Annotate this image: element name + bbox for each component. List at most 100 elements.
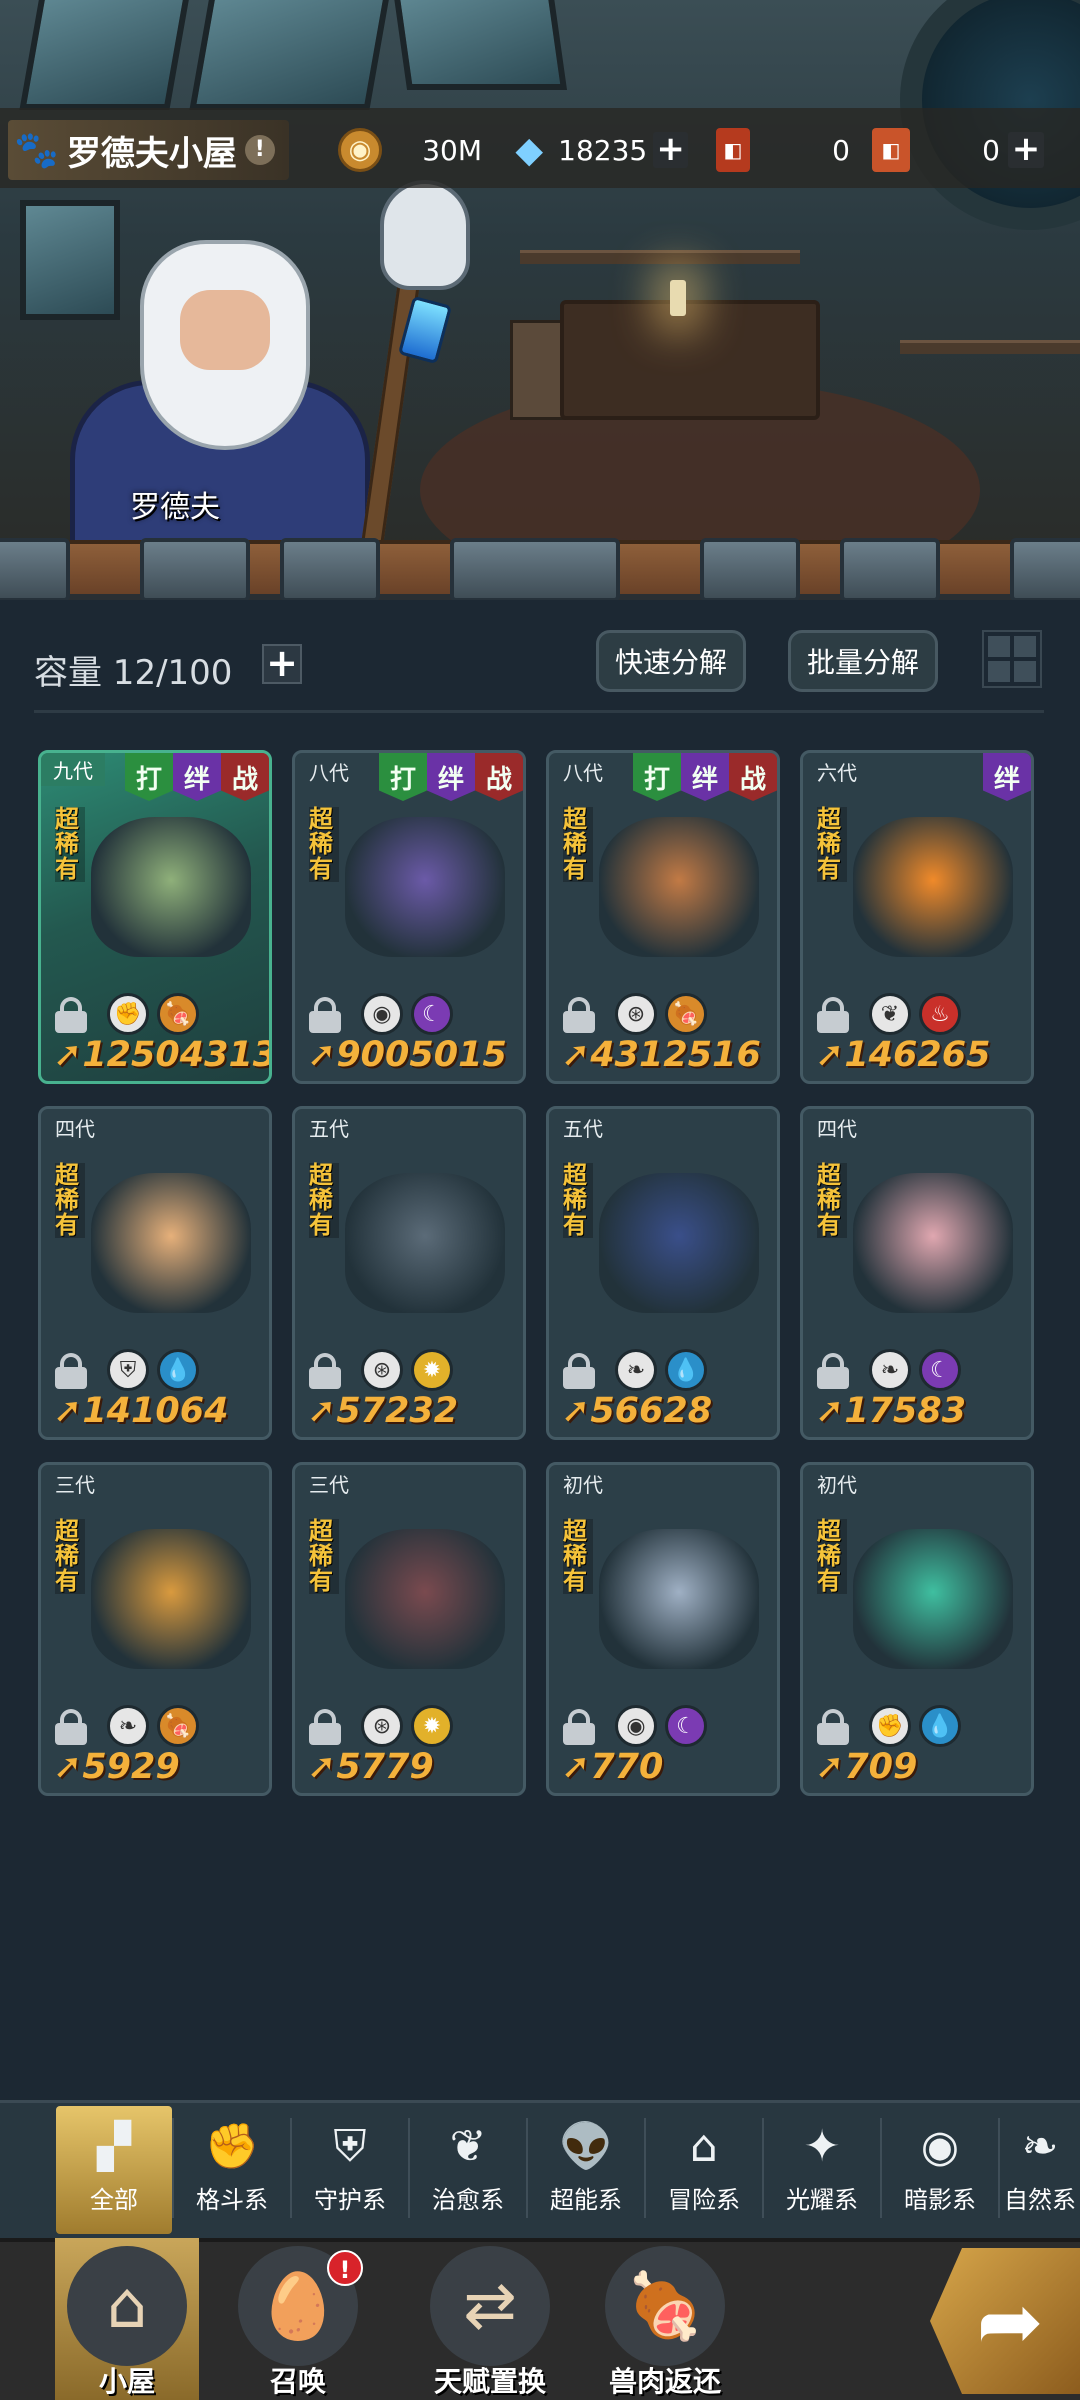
filter-separator [172, 2118, 174, 2218]
grid-view-button[interactable] [982, 630, 1042, 688]
filter-leaf[interactable]: ❧ 自然系 [1000, 2106, 1080, 2234]
pet-card[interactable]: 初代 超稀有 ◉ ☾ ➚770 [546, 1462, 780, 1796]
nav-label: 天赋置换 [433, 2365, 546, 2398]
pet-card[interactable]: 三代 超稀有 ❧ 🍖 ➚5929 [38, 1462, 272, 1796]
card-tag: 战 [221, 753, 269, 801]
rarity-label: 超稀有 [309, 1519, 339, 1594]
filter-fist[interactable]: ✊ 格斗系 [174, 2106, 290, 2234]
filter-eye[interactable]: ◉ 暗影系 [882, 2106, 998, 2234]
resource-ticket-red[interactable]: ◧ 0 [716, 124, 850, 176]
pet-portrait [345, 1173, 505, 1313]
filter-shield[interactable]: ⛨ 守护系 [292, 2106, 408, 2234]
ledge-stone [700, 538, 800, 602]
card-tags: 打绊战 [125, 753, 269, 801]
pet-card[interactable]: 初代 超稀有 ✊ 💧 ➚709 [800, 1462, 1034, 1796]
guard-icon: ⊛ [615, 993, 657, 1035]
ledge-stone [0, 538, 70, 602]
pet-card[interactable]: 九代 打绊战 超稀有 ✊ 🍖 ➚12504313 [38, 750, 272, 1084]
grid-cell [988, 661, 1010, 682]
pet-portrait [853, 1173, 1013, 1313]
add-diamond-button[interactable]: + [653, 132, 688, 168]
expand-capacity-button[interactable]: + [262, 644, 302, 684]
pet-card[interactable]: 四代 超稀有 ⛨ 💧 ➚141064 [38, 1106, 272, 1440]
shelf [520, 250, 800, 264]
pet-card[interactable]: 五代 超稀有 ⊛ ✹ ➚57232 [292, 1106, 526, 1440]
filter-separator [290, 2118, 292, 2218]
generation-label: 五代 [563, 1117, 603, 1141]
pet-card[interactable]: 八代 打绊战 超稀有 ⊛ 🍖 ➚4312516 [546, 750, 780, 1084]
combat-power: ➚5929 [53, 1747, 180, 1787]
filter-label: 自然系 [1004, 2186, 1076, 2214]
lock-icon[interactable] [817, 997, 849, 1033]
batch-decompose-button[interactable]: 批量分解 [788, 630, 938, 692]
moon-icon: ☾ [919, 1349, 961, 1391]
filter-sparkle[interactable]: ✦ 光耀系 [764, 2106, 880, 2234]
rarity-label: 超稀有 [817, 1163, 847, 1238]
pet-card[interactable]: 八代 打绊战 超稀有 ◉ ☾ ➚9005015 [292, 750, 526, 1084]
forward-arrow-button[interactable]: ➦ [930, 2248, 1080, 2394]
filter-lantern[interactable]: ⌂ 冒险系 [646, 2106, 762, 2234]
generation-label: 六代 [817, 761, 857, 785]
alert-badge: ! [327, 2250, 363, 2286]
resource-ticket-orange[interactable]: ◧ 0 + [872, 124, 1052, 176]
lock-icon[interactable] [55, 997, 87, 1033]
nav-label: 小屋 [98, 2365, 155, 2398]
lock-icon[interactable] [563, 1709, 595, 1745]
lock-icon[interactable] [817, 1709, 849, 1745]
lock-icon[interactable] [309, 1353, 341, 1389]
lock-icon[interactable] [309, 1709, 341, 1745]
add-ticket-button[interactable]: + [1008, 132, 1044, 168]
power-arrow-icon: ➚ [53, 1035, 83, 1075]
moon-icon: ☾ [411, 993, 453, 1035]
nav-egg[interactable]: 🥚 召唤 ! [223, 2238, 373, 2400]
resource-diamond[interactable]: ◆ 18235 + [508, 124, 688, 176]
arrow-icon: ➦ [976, 2274, 1044, 2368]
ticket-orange-icon: ◧ [872, 128, 910, 172]
wizard-npc[interactable] [60, 230, 380, 570]
pet-card[interactable]: 三代 超稀有 ⊛ ✹ ➚5779 [292, 1462, 526, 1796]
capacity-label: 容量 12/100 [34, 653, 233, 693]
pet-portrait [599, 1173, 759, 1313]
eye-icon: ◉ [920, 2120, 960, 2172]
power-value: 141064 [82, 1391, 229, 1431]
rarity-label: 超稀有 [817, 1519, 847, 1594]
quick-decompose-button[interactable]: 快速分解 [596, 630, 746, 692]
lock-icon[interactable] [563, 1353, 595, 1389]
power-value: 17583 [844, 1391, 967, 1431]
card-tag: 战 [475, 753, 523, 801]
generation-label: 三代 [55, 1473, 95, 1497]
pet-card[interactable]: 六代 绊 超稀有 ❦ ♨ ➚146265 [800, 750, 1034, 1084]
nav-meat[interactable]: 🍖 兽肉返还 [575, 2238, 755, 2400]
fire-icon: ♨ [919, 993, 961, 1035]
power-value: 12504313 [82, 1035, 272, 1075]
sun-icon: ✹ [411, 1349, 453, 1391]
card-tag: 战 [729, 753, 777, 801]
pet-card[interactable]: 五代 超稀有 ❧ 💧 ➚56628 [546, 1106, 780, 1440]
lock-icon[interactable] [817, 1353, 849, 1389]
resource-value: 0 [982, 133, 1000, 167]
filter-sprout[interactable]: ❦ 治愈系 [410, 2106, 526, 2234]
pet-card[interactable]: 四代 超稀有 ❧ ☾ ➚17583 [800, 1106, 1034, 1440]
filter-grid[interactable]: ▞ 全部 [56, 2106, 172, 2234]
card-tag: 打 [633, 753, 681, 801]
rarity-label: 超稀有 [55, 807, 85, 882]
nav-house[interactable]: ⌂ 小屋 [55, 2238, 199, 2400]
filter-separator [998, 2118, 1000, 2218]
lock-icon[interactable] [55, 1353, 87, 1389]
filter-label: 格斗系 [196, 2186, 268, 2214]
lock-icon[interactable] [563, 997, 595, 1033]
ledge-stone [450, 538, 620, 602]
power-value: 709 [844, 1747, 918, 1787]
lock-icon[interactable] [55, 1709, 87, 1745]
resource-coin[interactable]: ◉ 30M [338, 124, 488, 176]
lock-icon[interactable] [309, 997, 341, 1033]
info-icon[interactable]: ! [244, 135, 275, 165]
leaf-icon: ❧ [615, 1349, 657, 1391]
card-tags: 绊 [983, 753, 1031, 801]
filter-alien[interactable]: 👽 超能系 [528, 2106, 644, 2234]
power-value: 4312516 [590, 1035, 761, 1075]
nav-swap[interactable]: ⇄ 天赋置换 [400, 2238, 580, 2400]
location-header[interactable]: 🐾 罗德夫小屋 ! [8, 120, 289, 180]
rarity-label: 超稀有 [563, 1163, 593, 1238]
generation-label: 八代 [563, 761, 603, 785]
